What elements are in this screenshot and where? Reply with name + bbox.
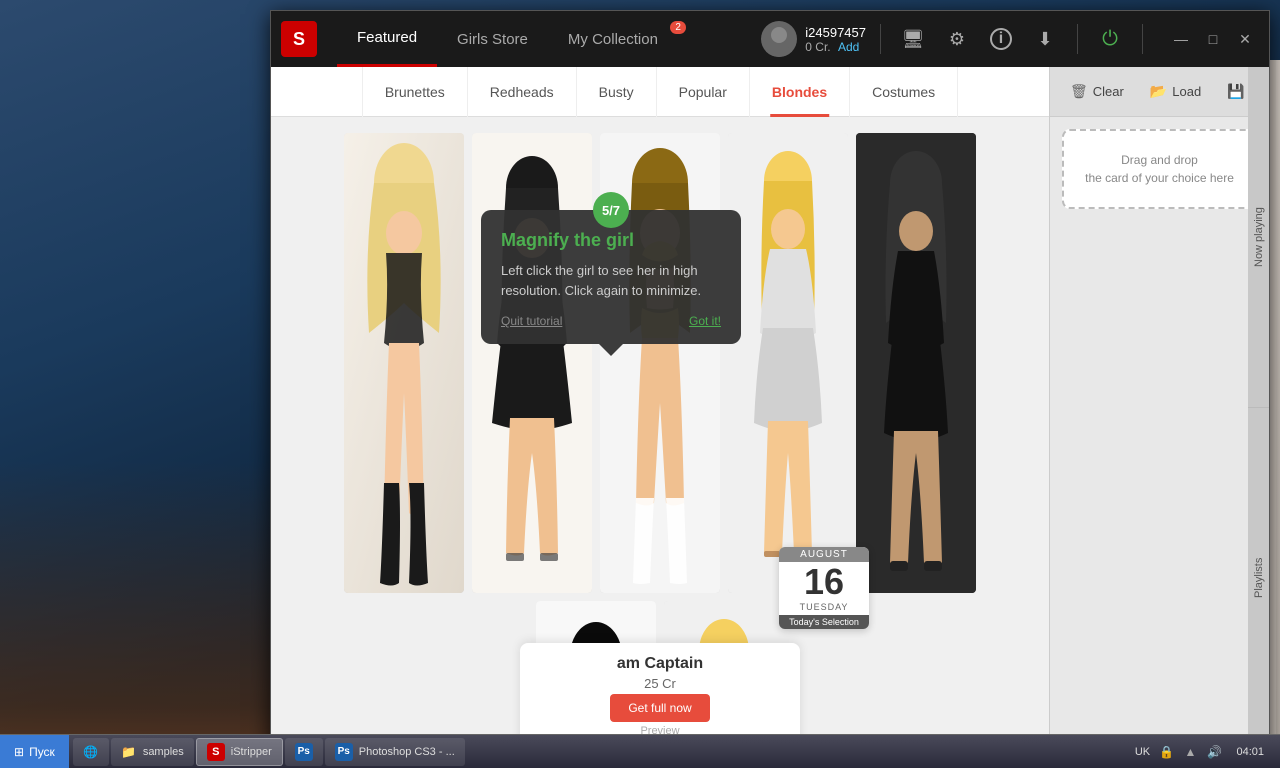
clear-icon: 🗑 bbox=[1070, 83, 1088, 100]
girl-card-4[interactable] bbox=[728, 133, 848, 593]
girl-card-2[interactable] bbox=[472, 133, 592, 593]
featured-title: am Captain bbox=[540, 655, 780, 673]
language-indicator[interactable]: UK bbox=[1132, 742, 1152, 762]
calendar-badge: AUGUST 16 TUESDAY Today's Selection bbox=[779, 547, 869, 629]
folder-icon: 📁 bbox=[121, 744, 137, 760]
gear-icon-btn[interactable]: ⚙ bbox=[939, 21, 975, 57]
maximize-button[interactable]: □ bbox=[1199, 25, 1227, 53]
system-clock: 04:01 bbox=[1228, 746, 1272, 758]
taskbar-chrome[interactable]: 🌐 bbox=[73, 738, 109, 766]
nav-tab-my-collection[interactable]: My Collection 2 bbox=[548, 11, 688, 67]
clear-button[interactable]: 🗑 Clear bbox=[1062, 79, 1132, 104]
info-icon-btn[interactable]: i bbox=[983, 21, 1019, 57]
add-credits-link[interactable]: Add bbox=[838, 40, 859, 54]
calendar-selection: Today's Selection bbox=[779, 615, 869, 629]
save-icon: 💾 bbox=[1227, 83, 1244, 100]
playlists-label[interactable]: Playlists bbox=[1248, 408, 1269, 749]
credits: 0 Cr. Add bbox=[805, 40, 866, 54]
ps-icon-1: Ps bbox=[295, 743, 313, 761]
tooltip-actions: Quit tutorial Got it! bbox=[501, 314, 721, 328]
app-window: S Featured Girls Store My Collection 2 i bbox=[270, 10, 1270, 750]
collection-badge: 2 bbox=[670, 21, 686, 34]
girls-grid: 5/7 Magnify the girl Left click the girl… bbox=[271, 117, 1049, 749]
user-avatar bbox=[761, 21, 797, 57]
girl-browser: Brunettes Redheads Busty Popular Blondes… bbox=[271, 67, 1049, 749]
power-icon-btn[interactable]: ⏻ bbox=[1092, 21, 1128, 57]
ps-icon-2: Ps bbox=[335, 743, 353, 761]
info-icon: i bbox=[990, 28, 1012, 50]
taskbar-photoshop[interactable]: Ps bbox=[285, 738, 323, 766]
filter-costumes[interactable]: Costumes bbox=[850, 67, 958, 117]
filter-brunettes[interactable]: Brunettes bbox=[362, 67, 468, 117]
taskbar-istripper[interactable]: S iStripper bbox=[196, 738, 283, 766]
separator-1 bbox=[880, 24, 881, 54]
user-info: i24597457 0 Cr. Add bbox=[805, 25, 866, 54]
taskbar-photoshop2[interactable]: Ps Photoshop CS3 - ... bbox=[325, 738, 465, 766]
download-icon: ⬇ bbox=[1037, 29, 1052, 50]
load-button[interactable]: 📂 Load bbox=[1142, 79, 1209, 104]
taskbar-right: UK 🔒 ▲ 🔊 04:01 bbox=[1124, 735, 1280, 768]
separator-3 bbox=[1142, 24, 1143, 54]
tooltip-text: Left click the girl to see her in high r… bbox=[501, 261, 721, 300]
get-full-button[interactable]: Get full now bbox=[610, 694, 709, 722]
nav-tab-girls-store[interactable]: Girls Store bbox=[437, 11, 548, 67]
nav-tab-featured[interactable]: Featured bbox=[337, 11, 437, 67]
girl-card-1[interactable] bbox=[344, 133, 464, 593]
featured-credits: 25 Cr bbox=[540, 676, 780, 691]
drop-zone[interactable]: Drag and drop the card of your choice he… bbox=[1062, 129, 1257, 209]
tooltip-counter: 5/7 bbox=[593, 192, 629, 228]
lock-icon[interactable]: 🔒 bbox=[1156, 742, 1176, 762]
username: i24597457 bbox=[805, 25, 866, 40]
sidebar-actions: 🗑 Clear 📂 Load 💾 Save bbox=[1050, 67, 1269, 117]
title-bar-right: i24597457 0 Cr. Add 🖥 ⚙ i ⬇ ⏻ bbox=[761, 21, 1259, 57]
girl-card-5[interactable] bbox=[856, 133, 976, 593]
separator-2 bbox=[1077, 24, 1078, 54]
tooltip-box: 5/7 Magnify the girl Left click the girl… bbox=[481, 210, 741, 344]
sound-icon[interactable]: 🔊 bbox=[1204, 742, 1224, 762]
download-icon-btn[interactable]: ⬇ bbox=[1027, 21, 1063, 57]
close-button[interactable]: ✕ bbox=[1231, 25, 1259, 53]
filter-redheads[interactable]: Redheads bbox=[468, 67, 577, 117]
start-button[interactable]: ⊞ Пуск bbox=[0, 735, 69, 768]
nav-tabs: Featured Girls Store My Collection 2 bbox=[337, 11, 761, 67]
calendar-month: AUGUST bbox=[779, 547, 869, 562]
now-playing-label[interactable]: Now playing bbox=[1248, 67, 1269, 408]
minimize-button[interactable]: — bbox=[1167, 25, 1195, 53]
tutorial-tooltip: 5/7 Magnify the girl Left click the girl… bbox=[481, 210, 741, 344]
right-sidebar: 🗑 Clear 📂 Load 💾 Save Drag and drop the … bbox=[1049, 67, 1269, 749]
istripper-icon: S bbox=[207, 743, 225, 761]
monitor-icon: 🖥 bbox=[902, 29, 925, 50]
filter-busty[interactable]: Busty bbox=[577, 67, 657, 117]
monitor-icon-btn[interactable]: 🖥 bbox=[895, 21, 931, 57]
gear-icon: ⚙ bbox=[949, 29, 965, 50]
tooltip-arrow bbox=[599, 344, 623, 356]
expand-icon[interactable]: ▲ bbox=[1180, 742, 1200, 762]
chrome-icon: 🌐 bbox=[83, 744, 99, 760]
title-bar: S Featured Girls Store My Collection 2 i bbox=[271, 11, 1269, 67]
filter-bar: Brunettes Redheads Busty Popular Blondes… bbox=[271, 67, 1049, 117]
tooltip-title: Magnify the girl bbox=[501, 230, 721, 251]
calendar-weekday: TUESDAY bbox=[779, 602, 869, 615]
filter-popular[interactable]: Popular bbox=[657, 67, 750, 117]
taskbar-samples[interactable]: 📁 samples bbox=[111, 738, 194, 766]
main-content: Brunettes Redheads Busty Popular Blondes… bbox=[271, 67, 1269, 749]
quit-tutorial-link[interactable]: Quit tutorial bbox=[501, 314, 562, 328]
taskbar: ⊞ Пуск 🌐 📁 samples S iStripper Ps Ps Pho… bbox=[0, 734, 1280, 768]
start-icon: ⊞ bbox=[14, 745, 24, 759]
power-icon: ⏻ bbox=[1102, 28, 1118, 51]
taskbar-items: 🌐 📁 samples S iStripper Ps Ps Photoshop … bbox=[69, 738, 1125, 766]
load-icon: 📂 bbox=[1150, 83, 1167, 100]
filter-blondes[interactable]: Blondes bbox=[750, 67, 850, 117]
app-logo: S bbox=[281, 21, 317, 57]
window-controls: — □ ✕ bbox=[1167, 25, 1259, 53]
got-it-link[interactable]: Got it! bbox=[689, 314, 721, 328]
vertical-labels: Now playing Playlists bbox=[1248, 67, 1269, 749]
calendar-day: 16 bbox=[779, 562, 869, 602]
